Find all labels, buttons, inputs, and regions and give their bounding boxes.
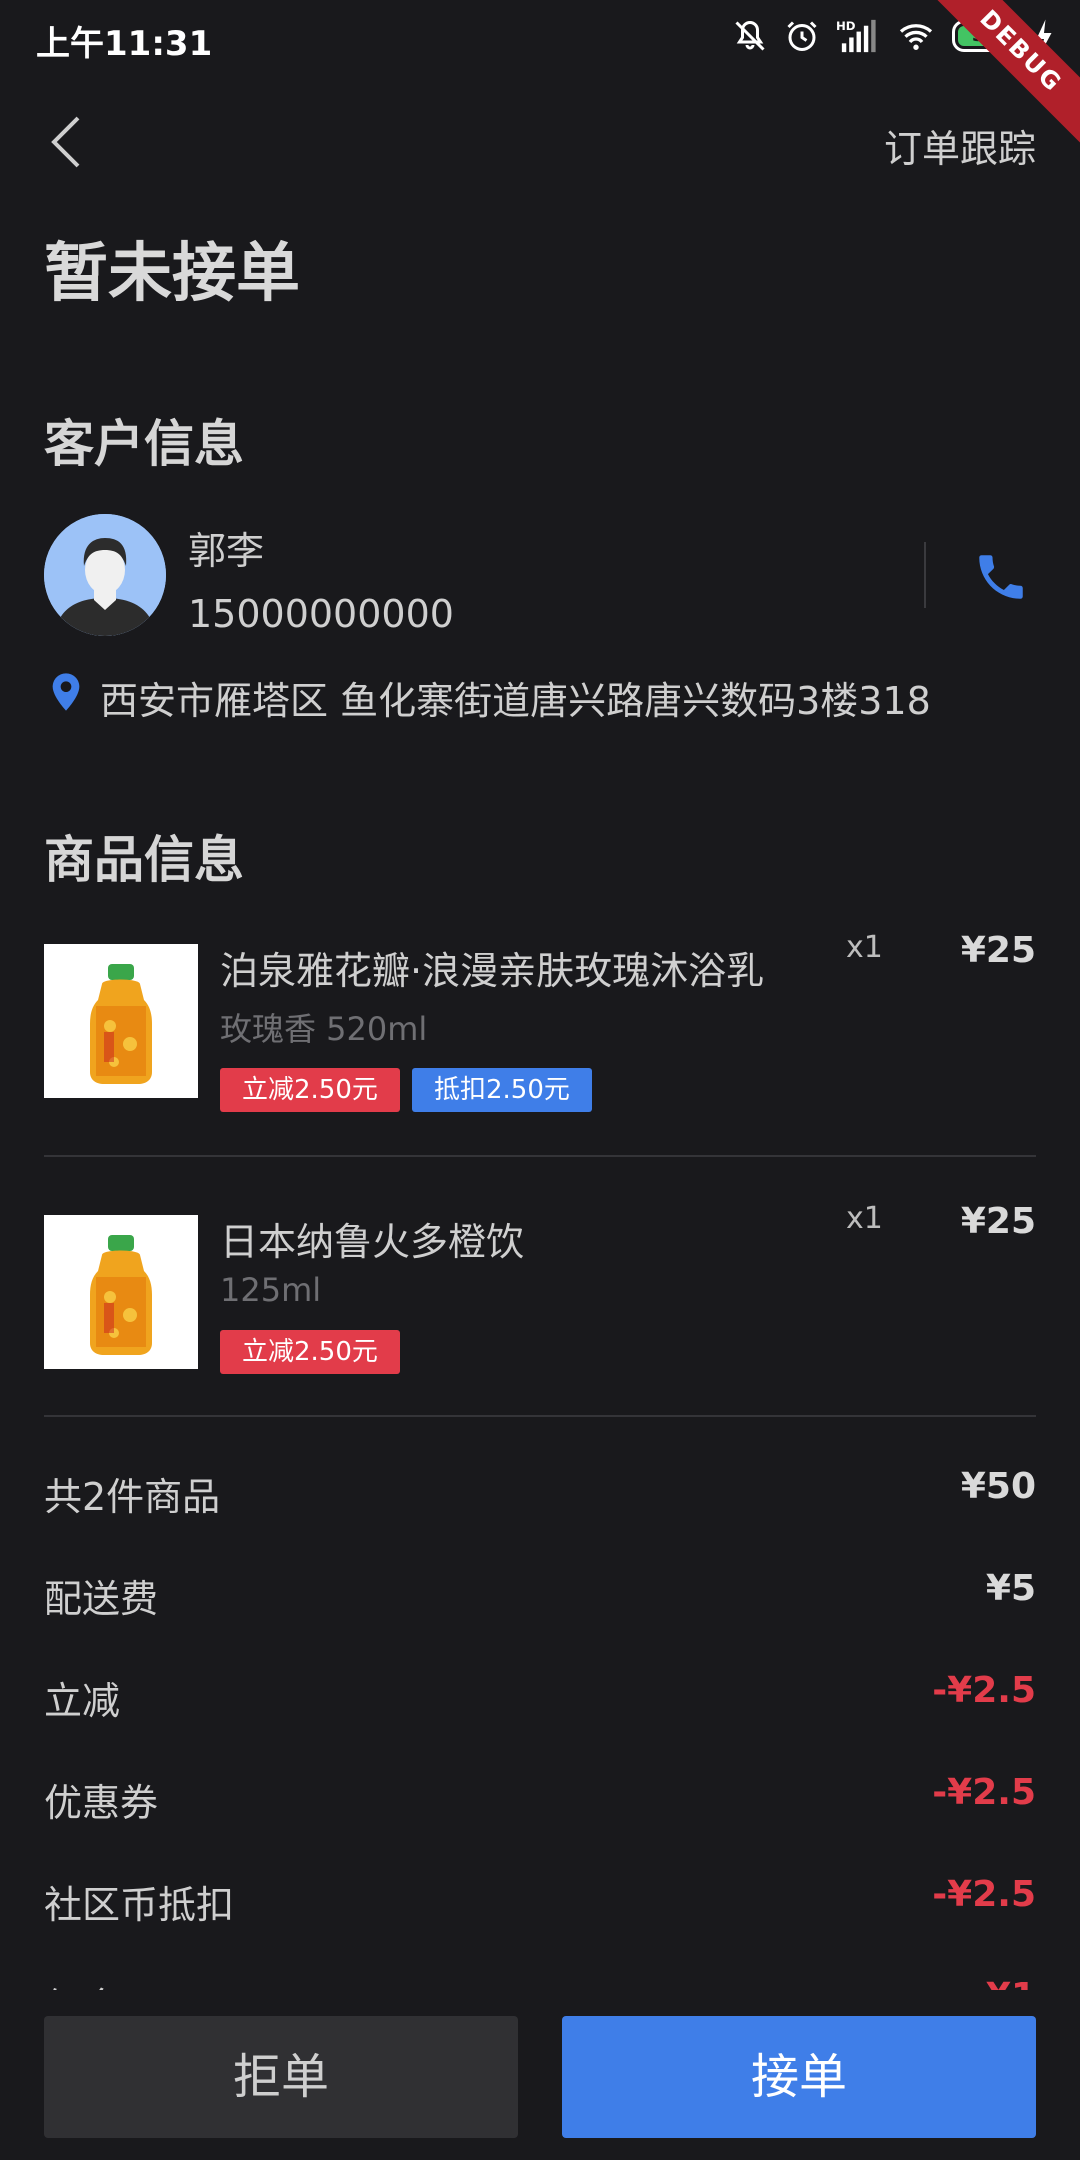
location-pin-icon [52,673,80,711]
mute-icon [735,20,765,51]
product-image [44,1215,198,1369]
deduction-tag: 抵扣2.50元 [412,1068,592,1112]
summary-value: -¥2.5 [932,1670,1036,1711]
summary-value: -¥2.5 [932,1874,1036,1915]
reject-button[interactable]: 拒单 [44,2016,518,2138]
product-item[interactable]: 日本纳鲁火多橙饮 125ml 立减2.50元 x1 ¥25 [44,1201,1036,1375]
product-qty: x1 [846,930,883,965]
discount-tag: 立减2.50元 [220,1068,400,1112]
order-tracking-link[interactable]: 订单跟踪 [884,118,1036,173]
chevron-left-icon[interactable] [42,112,92,172]
product-section-title: 商品信息 [44,831,244,889]
nav-bar: 订单跟踪 [0,100,1080,180]
customer-phone: 15000000000 [188,592,454,636]
discount-tag: 立减2.50元 [220,1330,400,1374]
product-spec: 玫瑰香 520ml [220,1010,428,1048]
product-price: ¥25 [960,1201,1036,1242]
page-title: 暂未接单 [44,237,300,311]
summary-value: ¥50 [960,1466,1036,1507]
hd-signal-icon: HD [836,19,876,53]
product-spec: 125ml [220,1271,322,1309]
status-bar: 上午11:31 HD 56 [0,0,1080,76]
status-time: 上午11:31 [36,24,213,64]
avatar [44,514,166,636]
product-image [44,944,198,1098]
summary-label: 优惠券 [44,1781,159,1825]
summary-row-total: 共2件商品 ¥50 [44,1466,1036,1526]
action-bar: 拒单 接单 [0,1990,1080,2160]
summary-row-delivery: 配送费 ¥5 [44,1568,1036,1628]
divider [44,1415,1036,1417]
wifi-icon [899,24,933,50]
summary-label: 共2件商品 [44,1475,221,1519]
summary-value: ¥5 [985,1568,1036,1609]
accept-button[interactable]: 接单 [562,2016,1036,2138]
product-name: 日本纳鲁火多橙饮 [220,1220,525,1264]
product-price: ¥25 [960,930,1036,971]
product-qty: x1 [846,1201,883,1236]
customer-name: 郭李 [188,529,265,573]
product-item[interactable]: 泊泉雅花瓣·浪漫亲肤玫瑰沐浴乳 玫瑰香 520ml 立减2.50元 抵扣2.50… [44,930,1036,1124]
summary-label: 立减 [44,1679,121,1723]
summary-row-coupon: 优惠券 -¥2.5 [44,1772,1036,1832]
summary-label: 配送费 [44,1577,159,1621]
summary-row-coin-deduction: 社区币抵扣 -¥2.5 [44,1874,1036,1934]
phone-icon[interactable] [972,548,1030,606]
customer-section-title: 客户信息 [44,415,244,473]
alarm-icon [787,21,817,51]
svg-text:HD: HD [836,19,856,33]
divider [44,1155,1036,1157]
customer-address: 西安市雁塔区 鱼化寨街道唐兴路唐兴数码3楼318 [100,679,931,723]
summary-label: 社区币抵扣 [44,1883,235,1927]
summary-value: -¥2.5 [932,1772,1036,1813]
summary-row-discount: 立减 -¥2.5 [44,1670,1036,1730]
divider [924,542,926,608]
product-name: 泊泉雅花瓣·浪漫亲肤玫瑰沐浴乳 [220,949,765,993]
